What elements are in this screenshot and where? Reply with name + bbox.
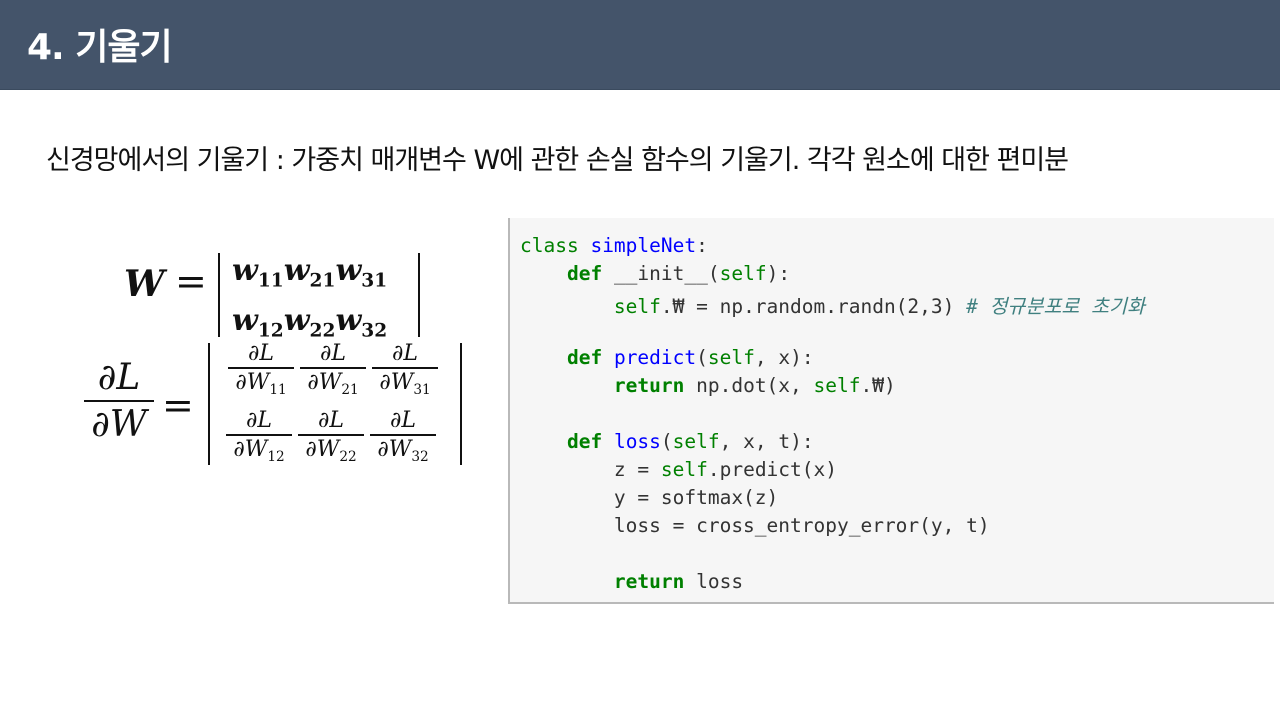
equals-sign-1: = bbox=[175, 259, 207, 303]
code-line-init-body: self.₩ = np.random.randn(2,3) # 정규분포로 초기… bbox=[613, 295, 1145, 318]
code-line-predict-return: return np.dot(x, self.₩) bbox=[613, 374, 896, 397]
code-line-y: y = softmax(z) bbox=[613, 486, 779, 509]
partial-w22: ∂L ∂W22 bbox=[298, 408, 364, 471]
weight-row-1: w11w21w31 bbox=[232, 253, 388, 292]
code-line-z: z = self.predict(x) bbox=[613, 458, 837, 481]
code-line-predict-def: def predict(self, x): bbox=[566, 346, 814, 369]
weight-row-2: w12w22w32 bbox=[232, 303, 388, 342]
weight-symbol: W bbox=[124, 263, 165, 305]
partial-w31: ∂L ∂W31 bbox=[372, 341, 438, 404]
partial-w32: ∂L ∂W32 bbox=[370, 408, 436, 471]
gradient-lhs: ∂L ∂W bbox=[84, 357, 154, 445]
code-line-init-def: def __init__(self): bbox=[566, 262, 791, 285]
partial-w21: ∂L ∂W21 bbox=[300, 341, 366, 404]
code-line-loss-return: return loss bbox=[613, 570, 744, 593]
title-bar: 4. 기울기 bbox=[0, 0, 1280, 90]
slide-subtitle: 신경망에서의 기울기 : 가중치 매개변수 W에 관한 손실 함수의 기울기. … bbox=[46, 145, 1069, 176]
code-line-loss-def: def loss(self, x, t): bbox=[566, 430, 814, 453]
partial-w12: ∂L ∂W12 bbox=[226, 408, 292, 471]
gradient-formula: W = w11w21w31 w12w22w32 ∂L ∂W = ∂L ∂W11 ∂… bbox=[80, 245, 480, 485]
matrix-bar-left-2 bbox=[208, 343, 210, 465]
matrix-bar-right-1 bbox=[418, 253, 420, 337]
code-block: class simpleNet: def __init__(self): sel… bbox=[508, 218, 1274, 604]
partial-w11: ∂L ∂W11 bbox=[228, 341, 294, 404]
equals-sign-2: = bbox=[162, 383, 194, 427]
code-line-class: class simpleNet: bbox=[520, 234, 708, 257]
matrix-bar-right-2 bbox=[460, 343, 462, 465]
slide-title: 4. 기울기 bbox=[27, 27, 173, 68]
matrix-bar-left-1 bbox=[218, 253, 220, 337]
code-line-loss-calc: loss = cross_entropy_error(y, t) bbox=[613, 514, 990, 537]
